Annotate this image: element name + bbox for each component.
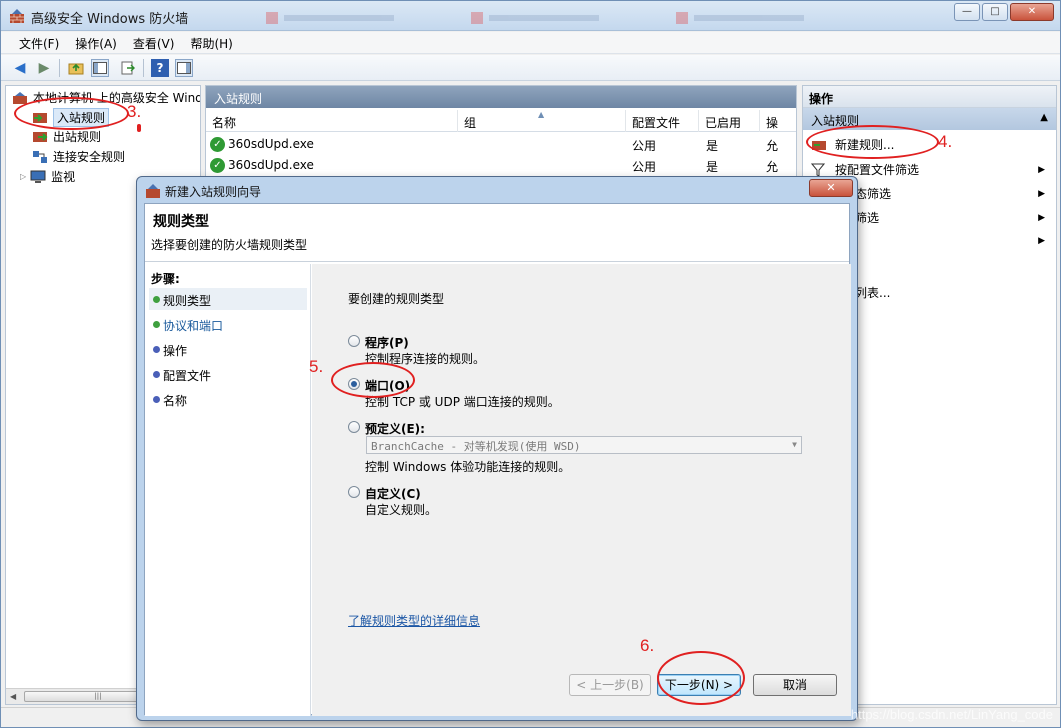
step-name: 名称 — [149, 388, 307, 410]
actions-title: 操作 — [803, 86, 1056, 108]
learn-more-link[interactable]: 了解规则类型的详细信息 — [348, 612, 480, 629]
step-protocol-port[interactable]: 协议和端口 — [149, 313, 307, 335]
cancel-button[interactable]: 取消 — [753, 674, 837, 696]
scroll-left-icon[interactable]: ◀ — [10, 692, 16, 701]
connection-security-icon — [32, 150, 48, 164]
allowed-check-icon: ✓ — [210, 158, 225, 173]
menu-file[interactable]: 文件(F) — [11, 32, 67, 55]
minimize-button[interactable]: — — [954, 3, 980, 21]
list-column-headers: 名称 组 ▲ 配置文件 已启用 操 — [206, 110, 796, 132]
page-subtitle: 选择要创建的防火墙规则类型 — [151, 238, 308, 252]
new-inbound-rule-wizard: 新建入站规则向导 ✕ 规则类型 选择要创建的防火墙规则类型 步骤: 规则类型 协… — [136, 176, 858, 721]
tree-item-outbound-rules[interactable]: 出站规则 — [32, 128, 101, 145]
close-button[interactable]: ✕ — [1010, 3, 1054, 21]
maximize-button[interactable]: □ — [982, 3, 1008, 21]
background-tab — [471, 10, 621, 24]
predefined-select[interactable]: BranchCache - 对等机发现(使用 WSD) ▼ — [366, 436, 802, 454]
sort-indicator-icon: ▲ — [538, 110, 545, 119]
step-action: 操作 — [149, 338, 307, 360]
toolbar: ◀ ▶ ? — [1, 55, 1060, 81]
forward-arrow-icon[interactable]: ▶ — [35, 59, 53, 77]
filter-icon — [810, 163, 827, 177]
submenu-arrow-icon: ▶ — [1038, 212, 1045, 223]
help-icon[interactable]: ? — [151, 59, 169, 77]
outbound-rules-icon — [32, 130, 48, 144]
menu-view[interactable]: 查看(V) — [125, 32, 183, 55]
chevron-down-icon: ▼ — [792, 440, 797, 449]
annotation-step-5: 5. — [309, 357, 324, 376]
show-hide-tree-icon[interactable] — [91, 59, 109, 77]
rule-type-prompt: 要创建的规则类型 — [348, 292, 445, 306]
table-row[interactable]: ✓ 360sdUpd.exe 公用 是 允 — [206, 155, 796, 176]
menu-action[interactable]: 操作(A) — [67, 32, 125, 55]
annotation-mark — [137, 124, 141, 132]
column-enabled[interactable]: 已启用 — [699, 110, 760, 132]
menu-bar: 文件(F) 操作(A) 查看(V) 帮助(H) — [1, 32, 1060, 54]
export-list-icon[interactable] — [119, 59, 137, 77]
annotation-step-6: 6. — [640, 636, 655, 655]
wizard-content: 要创建的规则类型 程序(P) 控制程序连接的规则。 端口(O) 控制 TCP 或… — [312, 264, 851, 716]
annotation-step-4: 4. — [938, 132, 953, 151]
firewall-icon — [9, 8, 25, 24]
predefined-radio[interactable] — [348, 421, 360, 433]
submenu-arrow-icon: ▶ — [1038, 236, 1045, 246]
annotation-circle — [331, 362, 415, 398]
step-profile: 配置文件 — [149, 363, 307, 385]
annotation-circle — [657, 651, 745, 705]
step-rule-type: 规则类型 — [149, 288, 307, 310]
tree-item-monitoring[interactable]: ▷ 监视 — [20, 168, 75, 185]
custom-radio[interactable] — [348, 486, 360, 498]
table-row[interactable]: ✓ 360sdUpd.exe 公用 是 允 — [206, 134, 796, 155]
dialog-close-button[interactable]: ✕ — [809, 179, 853, 197]
firewall-icon — [145, 183, 161, 199]
wizard-steps: 步骤: 规则类型 协议和端口 操作 配置文件 名称 — [145, 264, 311, 716]
back-arrow-icon[interactable]: ◀ — [11, 59, 29, 77]
tree-item-connection-security[interactable]: 连接安全规则 — [32, 148, 125, 165]
show-hide-action-pane-icon[interactable] — [175, 59, 193, 77]
menu-help[interactable]: 帮助(H) — [182, 32, 240, 55]
program-radio[interactable] — [348, 335, 360, 347]
up-folder-icon[interactable] — [67, 59, 85, 77]
steps-title: 步骤: — [151, 272, 180, 286]
list-title: 入站规则 — [206, 86, 796, 108]
dialog-title: 新建入站规则向导 — [165, 185, 262, 199]
page-title: 规则类型 — [153, 214, 209, 230]
expand-arrow-icon[interactable]: ▷ — [20, 172, 26, 181]
dialog-title-bar: 新建入站规则向导 ✕ — [137, 177, 857, 203]
title-bar: 高级安全 Windows 防火墙 — □ ✕ — [1, 1, 1060, 31]
collapse-up-icon[interactable]: ▲ — [1040, 112, 1048, 123]
window-title: 高级安全 Windows 防火墙 — [31, 12, 189, 27]
submenu-arrow-icon: ▶ — [1038, 188, 1045, 199]
column-name[interactable]: 名称 — [206, 110, 458, 132]
column-profile[interactable]: 配置文件 — [626, 110, 699, 132]
watermark: https://blog.csdn.net/LinYang_code — [850, 707, 1053, 722]
allowed-check-icon: ✓ — [210, 137, 225, 152]
monitor-icon — [30, 170, 46, 184]
annotation-circle — [14, 97, 129, 130]
background-tab — [676, 10, 826, 24]
dialog-header: 规则类型 选择要创建的防火墙规则类型 — [145, 204, 849, 262]
annotation-step-3: 3. — [127, 102, 142, 121]
back-button[interactable]: < 上一步(B) — [569, 674, 651, 696]
dialog-body: 规则类型 选择要创建的防火墙规则类型 步骤: 规则类型 协议和端口 操作 配置文… — [144, 203, 851, 716]
background-tab — [266, 10, 416, 24]
submenu-arrow-icon: ▶ — [1038, 164, 1045, 175]
column-action[interactable]: 操 — [760, 110, 796, 132]
annotation-circle — [806, 125, 939, 159]
